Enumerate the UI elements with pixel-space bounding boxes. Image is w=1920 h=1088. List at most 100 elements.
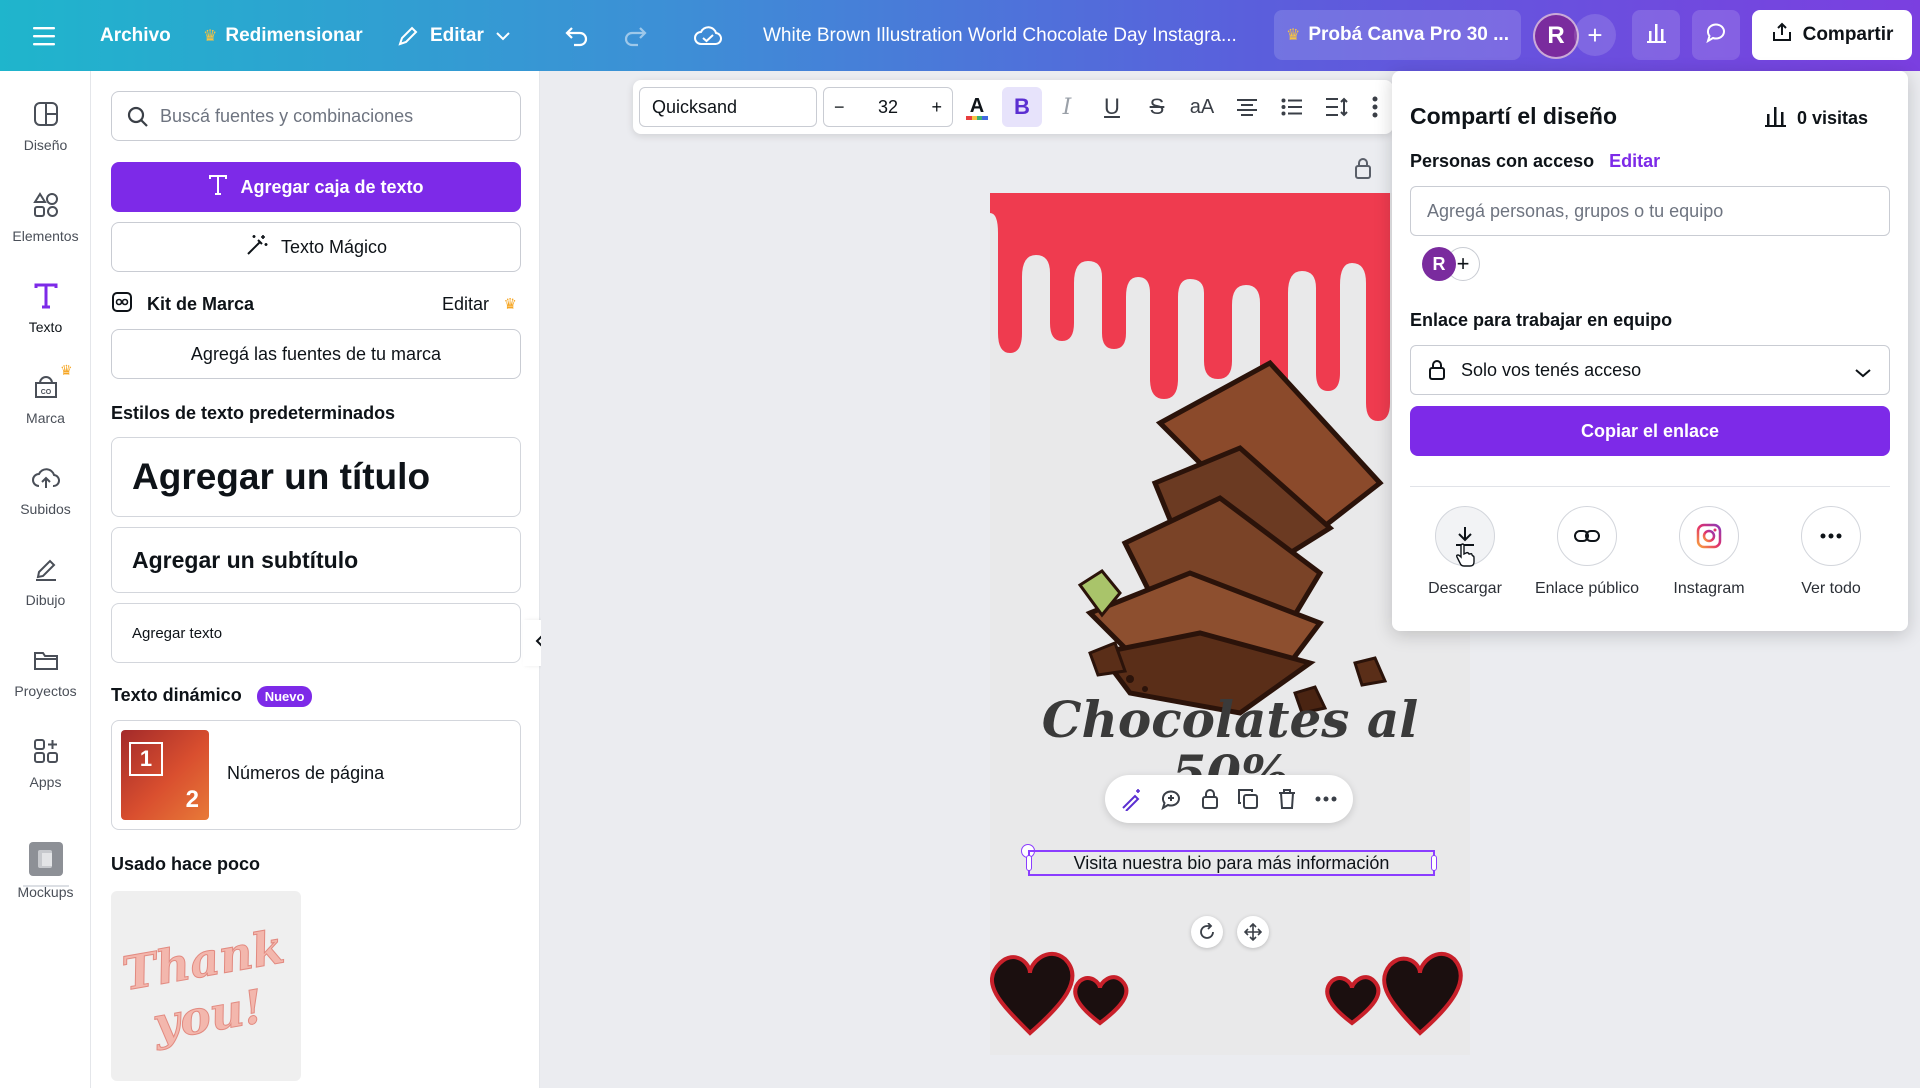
rail-item-design[interactable]: Diseño xyxy=(0,99,91,179)
list-icon[interactable] xyxy=(1272,87,1312,127)
add-subtitle-button[interactable]: Agregar un subtítulo xyxy=(111,527,521,593)
rail-item-brand[interactable]: CO ♛ Marca xyxy=(0,362,91,452)
rail-item-mockups[interactable]: Mockups xyxy=(0,842,91,922)
download-label: Descargar xyxy=(1428,580,1502,597)
add-comment-icon[interactable] xyxy=(1155,783,1187,815)
font-family-select[interactable]: Quicksand xyxy=(639,87,817,127)
more-icon[interactable] xyxy=(1310,783,1342,815)
increase-size-button[interactable]: + xyxy=(931,97,942,118)
crown-icon: ♛ xyxy=(59,362,73,378)
try-pro-label: Probá Canva Pro 30 ... xyxy=(1308,24,1509,45)
brand-kit-label: Kit de Marca xyxy=(147,293,255,314)
insights-button[interactable] xyxy=(1632,10,1680,60)
add-textbox-button[interactable]: Agregar caja de texto xyxy=(111,162,521,212)
instagram-action[interactable]: Instagram xyxy=(1649,506,1769,598)
link-access-select[interactable]: Solo vos tenés acceso xyxy=(1410,345,1890,395)
apps-icon xyxy=(31,736,61,766)
bold-button[interactable]: B xyxy=(1002,87,1042,127)
rail-label: Mockups xyxy=(17,884,74,900)
brand-kit-row: Kit de Marca Editar ♛ xyxy=(111,289,521,319)
font-search-input[interactable]: Buscá fuentes y combinaciones xyxy=(111,91,521,141)
resize-handle[interactable] xyxy=(1026,855,1032,871)
plus-icon: + xyxy=(1587,19,1603,50)
rail-label: Elementos xyxy=(12,228,79,244)
public-link-action[interactable]: Enlace público xyxy=(1527,506,1647,598)
text-case-button[interactable]: aA xyxy=(1182,87,1222,127)
copy-link-button[interactable]: Copiar el enlace xyxy=(1410,406,1890,456)
try-pro-button[interactable]: ♛ Probá Canva Pro 30 ... xyxy=(1274,10,1521,60)
rail-label: Proyectos xyxy=(14,683,77,699)
cloud-saved-icon[interactable] xyxy=(694,0,722,71)
italic-button[interactable]: I xyxy=(1047,87,1087,127)
design-title[interactable]: White Brown Illustration World Chocolate… xyxy=(763,0,1237,71)
strikethrough-button[interactable]: S xyxy=(1137,87,1177,127)
default-styles-heading: Estilos de texto predeterminados xyxy=(111,403,396,423)
add-collaborator-button[interactable]: + xyxy=(1574,14,1616,56)
crown-icon: ♛ xyxy=(503,296,517,313)
share-label: Compartir xyxy=(1802,24,1894,45)
magic-text-button[interactable]: Texto Mágico xyxy=(111,222,521,272)
avatar[interactable]: R xyxy=(1422,247,1456,281)
line-spacing-icon[interactable] xyxy=(1317,87,1357,127)
text-panel: Buscá fuentes y combinaciones Agregar ca… xyxy=(91,71,540,1088)
undo-icon[interactable] xyxy=(564,0,590,71)
recent-text-thumbnail[interactable]: Thank you! xyxy=(111,891,301,1081)
more-options-icon[interactable] xyxy=(1363,87,1387,127)
search-placeholder: Buscá fuentes y combinaciones xyxy=(160,105,414,126)
move-icon[interactable] xyxy=(1237,916,1269,948)
visits-label: 0 visitas xyxy=(1796,108,1868,128)
avatar[interactable]: R xyxy=(1533,13,1579,59)
rail-item-elements[interactable]: Elementos xyxy=(0,190,91,270)
resize-button[interactable]: ♛ Redimensionar xyxy=(203,0,363,71)
text-format-toolbar: Quicksand − 32 + A B I U S aA xyxy=(633,80,1393,134)
add-people-input[interactable]: Agregá personas, grupos o tu equipo xyxy=(1410,186,1890,236)
text-color-icon[interactable]: A xyxy=(957,87,997,127)
edit-menu[interactable]: Editar xyxy=(396,0,510,71)
page-numbers-card[interactable]: 1 2 Números de página xyxy=(111,720,521,830)
rail-item-draw[interactable]: Dibujo xyxy=(0,554,91,634)
lock-icon xyxy=(1427,359,1447,386)
headline-text[interactable]: Chocolates al xyxy=(1010,690,1450,749)
magic-edit-icon[interactable] xyxy=(1116,783,1148,815)
new-badge: Nuevo xyxy=(256,685,313,707)
underline-button[interactable]: U xyxy=(1092,87,1132,127)
add-brand-fonts-button[interactable]: Agregá las fuentes de tu marca xyxy=(111,329,521,379)
lock-icon[interactable] xyxy=(1194,783,1226,815)
decrease-size-button[interactable]: − xyxy=(834,97,845,118)
trash-icon[interactable] xyxy=(1271,783,1303,815)
rotate-icon[interactable] xyxy=(1191,916,1223,948)
more-icon xyxy=(1801,506,1861,566)
dynamic-text-label: Texto dinámico xyxy=(111,685,242,705)
add-textbox-label: Agregar caja de texto xyxy=(240,176,424,197)
resize-handle[interactable] xyxy=(1431,855,1437,871)
hamburger-icon[interactable] xyxy=(33,0,57,71)
redo-icon[interactable] xyxy=(622,0,648,71)
add-brand-fonts-label: Agregá las fuentes de tu marca xyxy=(190,343,442,364)
text-icon xyxy=(31,281,61,311)
selected-text-element[interactable]: Visita nuestra bio para más información xyxy=(1026,850,1437,876)
brand-kit-edit-link[interactable]: Editar xyxy=(442,294,489,315)
left-rail: Diseño Elementos Texto CO ♛ Marca Subido… xyxy=(0,71,91,1088)
magic-wand-icon xyxy=(245,233,269,262)
comments-button[interactable] xyxy=(1692,10,1740,60)
rail-label: Subidos xyxy=(20,501,71,517)
see-all-action[interactable]: Ver todo xyxy=(1771,506,1891,598)
people-access-row: Personas con acceso Editar xyxy=(1410,151,1660,172)
duplicate-icon[interactable] xyxy=(1232,783,1264,815)
visits-button[interactable]: 0 visitas xyxy=(1763,105,1868,132)
magic-text-label: Texto Mágico xyxy=(280,236,388,257)
add-text-button[interactable]: Agregar texto xyxy=(111,603,521,663)
rail-item-apps[interactable]: Apps xyxy=(0,736,91,816)
align-center-icon[interactable] xyxy=(1227,87,1267,127)
add-title-button[interactable]: Agregar un título xyxy=(111,437,521,517)
hand-cursor-icon xyxy=(1455,543,1475,572)
font-size-input[interactable]: 32 xyxy=(878,97,898,118)
rail-item-uploads[interactable]: Subidos xyxy=(0,463,91,543)
rail-item-text[interactable]: Texto xyxy=(0,281,91,361)
instagram-icon xyxy=(1679,506,1739,566)
rail-item-projects[interactable]: Proyectos xyxy=(0,645,91,725)
lock-icon[interactable] xyxy=(1352,156,1374,185)
file-menu[interactable]: Archivo xyxy=(100,0,171,71)
share-button[interactable]: Compartir xyxy=(1752,10,1912,60)
people-access-edit-link[interactable]: Editar xyxy=(1609,151,1660,171)
